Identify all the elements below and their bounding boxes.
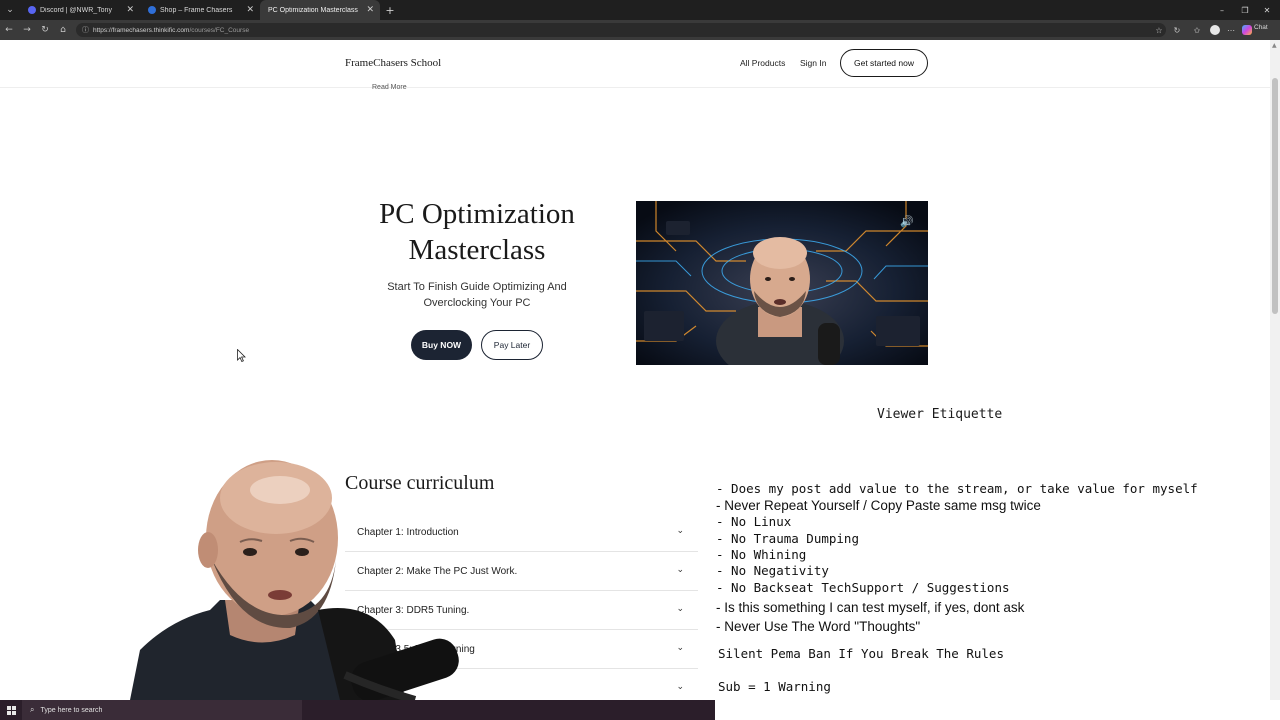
course-title-line-2: Masterclass [408,234,546,266]
refresh-extension-icon[interactable]: ↻ [1168,20,1186,40]
search-icon: ⌕ [30,705,35,714]
chat-button[interactable]: Chat [1254,24,1268,31]
course-subtitle: Start To Finish Guide Optimizing And Ove… [362,279,592,311]
nav-all-products[interactable]: All Products [740,58,785,68]
browser-toolbar: ← → ↻ ⌂ ⓘ https://framechasers.thinkific… [0,20,1280,40]
framechasers-favicon-icon [148,6,156,14]
read-more-link[interactable]: Read More [372,84,407,91]
site-brand[interactable]: FrameChasers School [345,57,441,69]
tab-close-icon[interactable]: ✕ [126,5,134,15]
reload-icon[interactable]: ↻ [36,20,54,40]
rule-line: - Does my post add value to the stream, … [716,481,1198,496]
browser-tab-strip: ⌄ Discord | @NWR_Tony ✕ Shop – Frame Cha… [0,0,1280,20]
chevron-down-icon[interactable]: ⌄ [676,643,684,653]
webcam-overlay [130,460,488,700]
tab-title: Discord | @NWR_Tony [40,6,112,14]
taskbar-search-input[interactable]: ⌕ Type here to search [22,700,302,720]
get-started-button[interactable]: Get started now [840,49,928,77]
rule-line: - No Backseat TechSupport / Suggestions [716,580,1010,595]
streamer-webcam-image [130,460,459,700]
tab-close-icon[interactable]: ✕ [366,5,374,15]
tab-discord[interactable]: Discord | @NWR_Tony ✕ [20,0,140,20]
rule-line: - No Negativity [716,563,829,578]
minimize-icon[interactable]: – [1211,0,1233,20]
windows-logo-icon [6,705,16,715]
page-scrollbar[interactable]: ▲ [1270,40,1280,700]
viewer-etiquette-panel: Viewer Etiquette - Does my post add valu… [700,403,1270,700]
forward-arrow-icon[interactable]: → [18,20,36,40]
tab-shop[interactable]: Shop – Frame Chasers ✕ [140,0,260,20]
star-icon[interactable]: ☆ [1150,20,1168,40]
pay-later-button[interactable]: Pay Later [481,330,543,360]
ban-warning-line: Silent Pema Ban If You Break The Rules [718,646,1004,661]
etiquette-title: Viewer Etiquette [877,407,1003,422]
buy-now-button[interactable]: Buy NOW [411,330,472,360]
windows-start-icon[interactable] [0,700,22,720]
volume-icon[interactable]: 🔊 [900,215,914,228]
rule-line: - No Linux [716,514,792,529]
rule-line: - Is this something I can test myself, i… [716,600,1025,615]
course-title: PC Optimization Masterclass [352,196,602,268]
site-info-icon[interactable]: ⓘ [82,25,89,35]
rule-line: - No Whining [716,547,807,562]
new-tab-plus-icon[interactable]: + [380,0,400,20]
chevron-down-icon[interactable]: ⌄ [676,565,684,575]
nav-sign-in[interactable]: Sign In [800,58,826,68]
favorites-icon[interactable]: ✩ [1188,20,1206,40]
course-title-line-1: PC Optimization [379,198,575,230]
tab-list-chevron-icon[interactable]: ⌄ [0,0,20,20]
scroll-up-arrow-icon[interactable]: ▲ [1272,42,1277,49]
os-taskbar: ⌕ Type here to search [0,700,715,720]
discord-favicon-icon [28,6,36,14]
search-placeholder: Type here to search [40,706,103,714]
video-thumbnail [636,201,928,365]
site-header: FrameChasers School All Products Sign In… [0,40,1270,88]
rule-line: - Never Repeat Yourself / Copy Paste sam… [716,498,1041,513]
chevron-down-icon[interactable]: ⌄ [676,526,684,536]
address-bar[interactable]: ⓘ https://framechasers.thinkific.com/cou… [76,23,1166,37]
mouse-cursor-icon [237,349,246,362]
tab-title: PC Optimization Masterclass [268,6,358,14]
tab-title: Shop – Frame Chasers [160,6,233,14]
sub-warning-line: Sub = 1 Warning [718,679,831,694]
scrollbar-thumb[interactable] [1272,78,1278,314]
back-arrow-icon[interactable]: ← [0,20,18,40]
tab-pc-optimization[interactable]: PC Optimization Masterclass ✕ [260,0,380,20]
window-close-icon[interactable]: ✕ [1256,0,1278,20]
course-subtitle-line-2: Overclocking Your PC [423,297,531,309]
course-subtitle-line-1: Start To Finish Guide Optimizing And [387,281,567,293]
rule-line: - Never Use The Word "Thoughts" [716,619,921,634]
promo-video[interactable]: 🔊 [636,201,928,365]
url-text: https://framechasers.thinkific.com/cours… [93,26,250,34]
restore-icon[interactable]: ❐ [1234,0,1256,20]
chevron-down-icon[interactable]: ⌄ [676,682,684,692]
tab-close-icon[interactable]: ✕ [246,5,254,15]
chevron-down-icon[interactable]: ⌄ [676,604,684,614]
rule-line: - No Trauma Dumping [716,531,859,546]
home-icon[interactable]: ⌂ [54,20,72,40]
